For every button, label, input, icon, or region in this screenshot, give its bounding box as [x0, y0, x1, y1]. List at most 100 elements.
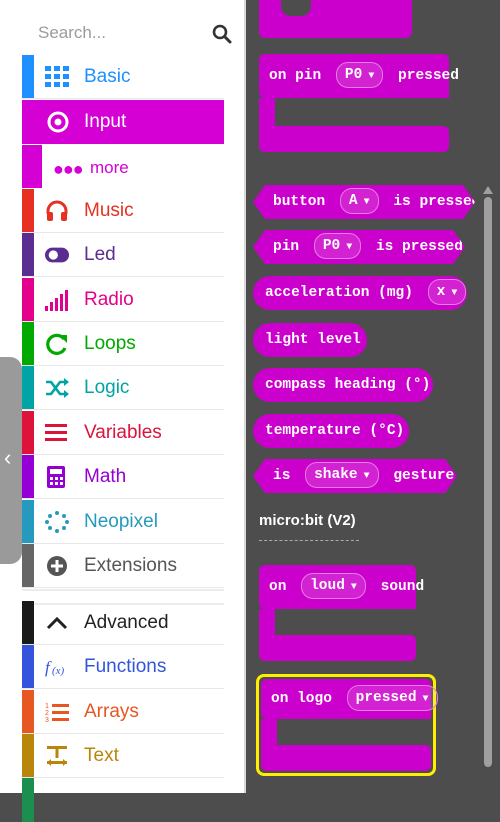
logo-dropdown[interactable]: pressed ▼: [346, 685, 438, 712]
category-loops[interactable]: Loops: [22, 322, 224, 366]
category-color-bar: [22, 500, 34, 543]
block-text: button: [273, 194, 326, 210]
block-text: is pressed: [375, 239, 463, 255]
search-input[interactable]: [32, 20, 188, 46]
category-label: Variables: [84, 422, 162, 443]
category-functions[interactable]: f (x) Functions: [22, 645, 224, 689]
category-neopixel[interactable]: Neopixel: [22, 500, 224, 544]
pin-dropdown[interactable]: P0 ▼: [335, 62, 384, 89]
block-text: is: [273, 468, 291, 484]
grid-icon: [45, 66, 69, 87]
category-label: Extensions: [84, 555, 177, 576]
svg-text:2: 2: [45, 710, 49, 717]
shuffle-icon: [46, 378, 69, 398]
block-text: light level: [265, 332, 361, 348]
block-text: on: [269, 579, 287, 595]
toolbox: Basic Input ●●● more Music Led Radio Loo…: [22, 0, 246, 822]
block-text: pressed: [398, 68, 459, 84]
category-color-bar: [22, 322, 34, 365]
dropdown-arrow-icon: ▼: [451, 288, 458, 300]
svg-text:f: f: [45, 658, 52, 677]
more-dots-icon: ●●●: [53, 159, 84, 179]
block-text: pin: [273, 239, 300, 255]
category-color-bar: [22, 544, 34, 587]
collapse-toolbox-handle[interactable]: ‹: [0, 357, 22, 564]
pin-is-pressed-block[interactable]: pin P0 ▼ is pressed: [253, 230, 465, 264]
category-color-bar: [22, 645, 34, 688]
flyout-scrollbar[interactable]: [484, 197, 492, 767]
category-color-bar: [22, 145, 42, 188]
dropdown-arrow-icon: ▼: [368, 71, 375, 83]
dropdown-value: A: [348, 193, 358, 210]
category-label: Advanced: [84, 612, 169, 633]
dropdown-value: loud: [310, 578, 345, 595]
dot-circle-icon: [45, 511, 69, 533]
block-text: is pressed: [393, 194, 481, 210]
dropdown-value: P0: [322, 238, 341, 255]
category-input-more[interactable]: ●●● more: [22, 145, 224, 188]
category-extensions[interactable]: Extensions: [22, 544, 224, 588]
scroll-up-arrow-icon[interactable]: [483, 186, 493, 194]
category-label: Logic: [84, 377, 130, 398]
refresh-icon: [46, 333, 67, 355]
category-label: Math: [84, 466, 127, 487]
category-advanced[interactable]: Advanced: [22, 601, 224, 645]
svg-text:(x): (x): [52, 665, 65, 677]
dropdown-arrow-icon: ▼: [346, 242, 353, 254]
category-text[interactable]: Text: [22, 734, 224, 778]
category-label: Functions: [84, 656, 167, 677]
chevron-up-icon: [46, 616, 68, 630]
block-text: compass heading (°): [265, 377, 431, 393]
axis-dropdown[interactable]: x ▼: [427, 279, 467, 306]
category-variables[interactable]: Variables: [22, 411, 224, 455]
dropdown-arrow-icon: ▼: [350, 582, 357, 594]
target-icon: [47, 111, 69, 133]
numbered-list-icon: 123: [45, 703, 69, 723]
dropdown-value: shake: [314, 467, 358, 484]
list-lines-icon: [45, 424, 67, 441]
headphones-icon: [46, 200, 68, 221]
category-color-bar: [22, 455, 34, 498]
compass-heading-block[interactable]: compass heading (°): [253, 368, 433, 402]
block-text: sound: [380, 579, 425, 595]
light-level-block[interactable]: light level: [253, 323, 367, 357]
acceleration-block[interactable]: acceleration (mg) x ▼: [253, 276, 467, 310]
function-icon: f (x): [45, 658, 65, 677]
plus-circle-icon: [47, 556, 67, 576]
category-color-bar: [22, 734, 34, 777]
dropdown-value: P0: [344, 67, 363, 84]
category-label: Text: [84, 745, 119, 766]
sound-dropdown[interactable]: loud ▼: [301, 573, 366, 600]
category-color-bar: [22, 601, 34, 644]
category-color-bar: [22, 778, 34, 822]
category-input[interactable]: Input: [22, 100, 224, 144]
category-radio[interactable]: Radio: [22, 278, 224, 322]
chevron-left-icon: ‹: [4, 445, 12, 470]
category-math[interactable]: Math: [22, 455, 224, 499]
category-arrays[interactable]: 123 Arrays: [22, 690, 224, 734]
section-heading: micro:bit (V2): [259, 512, 356, 529]
category-color-bar: [22, 55, 34, 98]
block-text: on pin: [269, 68, 322, 84]
category-label: Input: [84, 111, 127, 132]
temperature-block[interactable]: temperature (°C): [253, 414, 409, 448]
category-label: Neopixel: [84, 511, 158, 532]
button-is-pressed-block[interactable]: button A ▼ is pressed: [253, 185, 475, 219]
block-text: temperature (°C): [265, 423, 405, 439]
dropdown-arrow-icon: ▼: [422, 694, 429, 706]
svg-text:3: 3: [45, 717, 49, 723]
category-partial: [22, 778, 224, 822]
category-logic[interactable]: Logic: [22, 366, 224, 410]
gesture-dropdown[interactable]: shake ▼: [305, 462, 379, 488]
category-led[interactable]: Led: [22, 233, 224, 277]
category-basic[interactable]: Basic: [22, 55, 224, 99]
search-icon[interactable]: [212, 24, 232, 44]
toggle-icon: [45, 247, 69, 263]
is-gesture-block[interactable]: is shake ▼ gesture: [253, 459, 457, 493]
category-label: Music: [84, 200, 134, 221]
pin-dropdown[interactable]: P0 ▼: [314, 233, 361, 259]
category-music[interactable]: Music: [22, 189, 224, 233]
button-dropdown[interactable]: A ▼: [340, 188, 379, 214]
signal-bars-icon: [45, 290, 68, 311]
category-label: Arrays: [84, 701, 139, 722]
